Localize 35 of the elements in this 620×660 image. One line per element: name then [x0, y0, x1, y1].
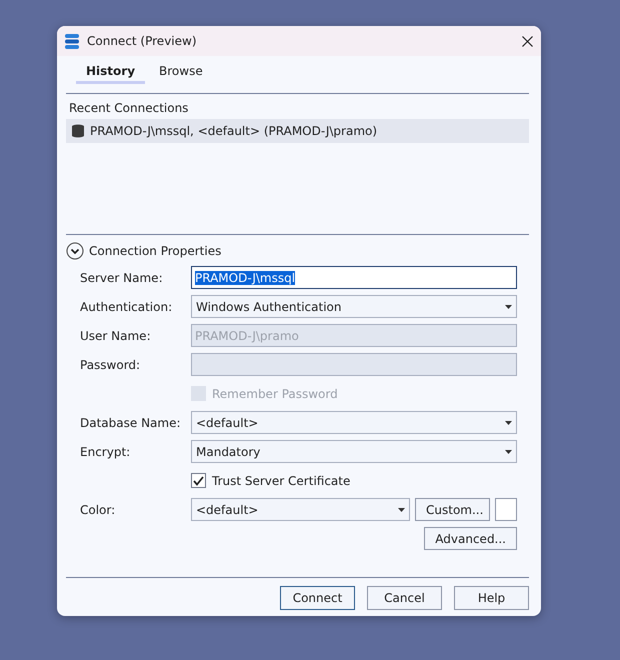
- text-field[interactable]: PRAMOD-J\mssql: [191, 266, 517, 289]
- dialog-button[interactable]: Connect: [280, 586, 355, 610]
- dropdown-caret-icon: [505, 420, 512, 424]
- dialog-button[interactable]: Help: [454, 586, 529, 610]
- database-icon: [72, 124, 84, 138]
- advanced-button[interactable]: Advanced...: [424, 527, 517, 550]
- section-heading: Connection Properties: [89, 244, 222, 258]
- window-title: Connect (Preview): [87, 34, 198, 48]
- dropdown[interactable]: Windows Authentication: [191, 295, 517, 318]
- checkbox-label: Trust Server Certificate: [212, 474, 350, 488]
- field-label: Encrypt:: [80, 444, 132, 458]
- database-icon: [65, 34, 79, 48]
- dropdown[interactable]: <default>: [191, 498, 410, 521]
- color-swatch[interactable]: [495, 498, 517, 521]
- section-heading: Recent Connections: [69, 101, 190, 115]
- field-label: Authentication:: [80, 300, 174, 314]
- tab[interactable]: History: [76, 60, 146, 84]
- field-label: Password:: [80, 358, 142, 372]
- dropdown-caret-icon: [505, 304, 512, 308]
- field-label: User Name:: [80, 328, 152, 342]
- field-label: Color:: [80, 502, 116, 516]
- checkbox[interactable]: [191, 473, 206, 488]
- expand-toggle-icon[interactable]: [66, 242, 84, 260]
- dropdown-caret-icon: [505, 450, 512, 454]
- close-icon[interactable]: [522, 36, 533, 46]
- dialog-button[interactable]: Cancel: [367, 586, 442, 610]
- custom-button[interactable]: Custom...: [415, 498, 490, 521]
- field-label: Database Name:: [80, 416, 182, 430]
- dropdown[interactable]: Mandatory: [191, 440, 517, 463]
- recent-connection-item[interactable]: PRAMOD-J\mssql, <default> (PRAMOD-J\pramo): [66, 119, 529, 143]
- dropdown-caret-icon: [398, 508, 405, 512]
- checkbox-label: Remember Password: [212, 386, 338, 400]
- dropdown[interactable]: <default>: [191, 411, 517, 434]
- field-label: Server Name:: [80, 270, 164, 284]
- tab[interactable]: Browse: [149, 60, 213, 84]
